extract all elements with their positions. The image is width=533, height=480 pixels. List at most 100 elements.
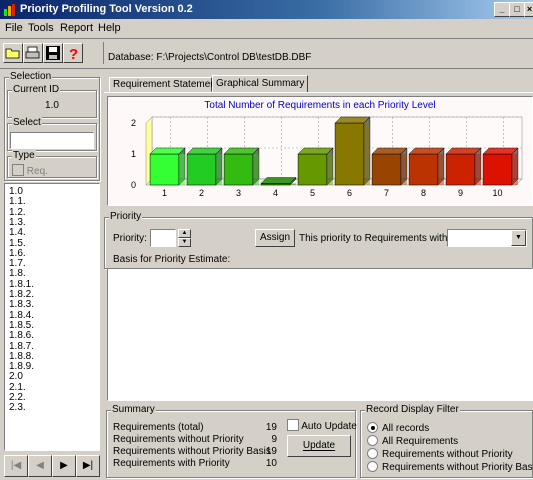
current-id-value: 1.0 (45, 100, 59, 111)
chart-area: Total Number of Requirements in each Pri… (107, 96, 533, 206)
bar-4 (260, 176, 297, 186)
radio-icon (367, 448, 378, 459)
x-tick-label: 10 (492, 188, 502, 198)
filter-option-without-priority[interactable]: Requirements without Priority (367, 448, 513, 460)
close-button[interactable]: × (524, 2, 533, 17)
priority-input[interactable] (150, 229, 176, 247)
database-path: Database: F:\Projects\Control DB\testDB.… (108, 52, 312, 63)
open-folder-button[interactable] (3, 43, 23, 63)
x-tick-label: 8 (421, 188, 426, 198)
tree-item[interactable]: 2.3. (9, 402, 26, 413)
bar-2 (186, 147, 223, 186)
menu-help[interactable]: Help (98, 22, 121, 34)
summary-row-label: Requirements (total) (113, 422, 204, 433)
menu-file[interactable]: File (5, 22, 23, 34)
summary-row-value: 10 (265, 458, 277, 469)
auto-update-checkbox[interactable] (287, 419, 299, 431)
menu-tools[interactable]: Tools (28, 22, 54, 34)
radio-selected-icon (367, 422, 378, 433)
select-label: Select (12, 117, 42, 128)
app-icon (4, 4, 15, 16)
priority-down-button[interactable]: ▼ (178, 238, 191, 247)
y-tick-label: 0 (131, 180, 136, 190)
req-label: Req. (26, 166, 48, 177)
requirement-tree[interactable]: 1.0 1.1. 1.2. 1.3. 1.4. 1.5. 1.6. 1.7. 1.8. 1.8.1… (4, 183, 100, 451)
record-display-filter-group: Record Display Filter All records All Re… (360, 404, 533, 478)
summary-label: Summary (111, 404, 156, 415)
summary-row-label: Requirements with Priority (113, 458, 230, 469)
summary-row-label: Requirements without Priority Basis (113, 446, 271, 457)
question-icon: ? (69, 46, 78, 63)
type-label: Type (12, 150, 36, 161)
priority-up-button[interactable]: ▲ (178, 229, 191, 238)
x-tick-label: 4 (273, 188, 278, 198)
x-tick-label: 5 (310, 188, 315, 198)
summary-row-label: Requirements without Priority (113, 434, 244, 445)
window-title: Priority Profiling Tool Version 0.2 (20, 3, 193, 15)
bar-8 (408, 147, 445, 186)
x-tick-label: 6 (347, 188, 352, 198)
next-record-button[interactable]: ▶ (52, 455, 76, 477)
priority-group: Priority Priority: ▲ ▼ Assign This prior… (104, 211, 533, 269)
y-tick-label: 1 (131, 149, 136, 159)
menu-bar: File Tools Report Help (0, 19, 533, 37)
folder-icon (5, 48, 20, 59)
auto-update-label: Auto Update (301, 421, 357, 432)
help-button[interactable]: ? (63, 43, 83, 63)
bar-5 (297, 147, 334, 186)
update-button[interactable]: Update (287, 435, 351, 457)
first-record-button[interactable]: |◀ (4, 455, 28, 477)
bar-6 (334, 116, 371, 186)
tab-requirement-statement[interactable]: Requirement Statement (109, 77, 219, 92)
bar-3 (223, 147, 260, 186)
x-tick-label: 7 (384, 188, 389, 198)
floppy-icon (46, 46, 60, 60)
priority-group-label: Priority (109, 211, 143, 222)
chevron-down-icon[interactable]: ▼ (511, 230, 526, 246)
tab-graphical-summary[interactable]: Graphical Summary (212, 75, 308, 93)
basis-label: Basis for Priority Estimate: (113, 254, 231, 265)
x-tick-label: 2 (199, 188, 204, 198)
bar-10 (482, 147, 519, 186)
tab-strip: Requirement Statement Graphical Summary (109, 75, 533, 93)
filter-option-all-records[interactable]: All records (367, 422, 429, 434)
filter-option-all-requirements[interactable]: All Requirements (367, 435, 458, 447)
prev-record-button[interactable]: ◀ (28, 455, 52, 477)
req-checkbox[interactable] (12, 164, 24, 176)
maximize-button[interactable]: □ (509, 2, 525, 17)
save-button[interactable] (43, 43, 63, 63)
selection-group: Selection Current ID 1.0 Select Type Req… (4, 71, 100, 181)
current-id-label: Current ID (12, 84, 61, 95)
printer-icon (25, 46, 40, 59)
assign-button[interactable]: Assign (255, 229, 295, 247)
summary-row-value: 19 (265, 422, 277, 433)
select-input[interactable] (10, 132, 94, 149)
svg-text:?: ? (69, 46, 78, 62)
filter-option-without-priority-basis[interactable]: Requirements without Priority Basis (367, 461, 533, 473)
bar-1 (149, 147, 186, 186)
keyword-select[interactable]: ▼ (447, 229, 527, 247)
bar-9 (445, 147, 482, 186)
last-record-button[interactable]: ▶| (76, 455, 100, 477)
summary-group: Summary Requirements (total) 19 Requirem… (106, 404, 357, 478)
x-tick-label: 1 (162, 188, 167, 198)
radio-icon (367, 435, 378, 446)
record-navigator: |◀ ◀ ▶ ▶| (4, 455, 100, 477)
y-tick-label: 2 (131, 118, 136, 128)
chart-title: Total Number of Requirements in each Pri… (204, 100, 435, 111)
print-button[interactable] (23, 43, 43, 63)
bar-7 (371, 147, 408, 186)
current-id-group: Current ID 1.0 (7, 84, 97, 118)
filter-label: Record Display Filter (365, 404, 460, 415)
summary-row-value: 19 (265, 446, 277, 457)
basis-textarea[interactable] (107, 268, 533, 401)
minimize-button[interactable]: _ (494, 2, 510, 17)
type-group: Type Req. (7, 150, 97, 178)
priority-label: Priority: (113, 233, 147, 244)
menu-report[interactable]: Report (60, 22, 93, 34)
select-group: Select (7, 117, 97, 151)
selection-label: Selection (9, 71, 53, 82)
x-tick-label: 3 (236, 188, 241, 198)
priority-bar-chart: Total Number of Requirements in each Pri… (131, 100, 523, 198)
radio-icon (367, 461, 378, 472)
